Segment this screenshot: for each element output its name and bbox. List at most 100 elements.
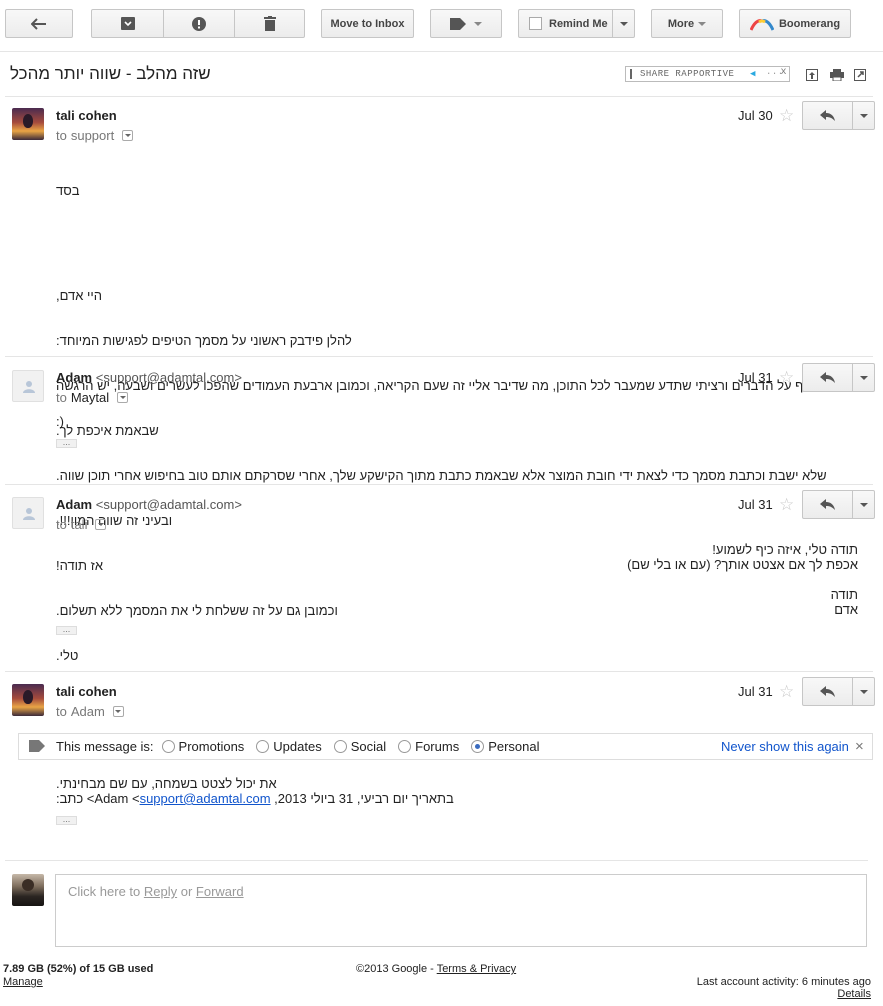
delete-button[interactable] <box>234 10 305 37</box>
chevron-down-icon[interactable] <box>860 503 868 507</box>
show-trimmed-content-button[interactable]: ... <box>56 815 77 825</box>
new-window-icon <box>854 69 866 81</box>
more-button[interactable]: More <box>651 9 723 38</box>
quoted-header: בתאריך יום רביעי, 31 ביולי 2013, Adam <s… <box>56 791 454 806</box>
radio-button[interactable] <box>471 740 485 753</box>
show-trimmed-content-button[interactable]: ... <box>56 438 77 448</box>
close-icon[interactable]: × <box>855 738 864 755</box>
message-date[interactable]: Jul 31 <box>738 370 773 385</box>
details-dropdown[interactable] <box>122 130 134 141</box>
recipient-name: Adam <box>70 704 105 719</box>
category-prompt: This message is: <box>56 739 154 754</box>
share-rapportive-label: SHARE RAPPORTIVE <box>640 69 735 79</box>
storage-usage: 7.89 GB (52%) of 15 GB used <box>3 963 154 975</box>
star-icon[interactable]: ☆ <box>779 683 794 700</box>
reply-button-group <box>802 677 875 706</box>
details-link[interactable]: Details <box>837 988 871 1000</box>
sender-name[interactable]: tali cohen <box>56 684 117 699</box>
chevron-down-icon <box>119 396 126 399</box>
reply-box[interactable]: Click here to Reply or Forward <box>55 874 867 947</box>
remind-me-label: Remind Me <box>549 17 608 30</box>
reply-icon[interactable] <box>820 110 835 121</box>
radio-button[interactable] <box>256 740 270 753</box>
reply-icon[interactable] <box>820 686 835 697</box>
chevron-down-icon <box>124 134 131 137</box>
report-spam-button[interactable] <box>163 10 234 37</box>
category-option-updates[interactable]: Updates <box>256 739 322 754</box>
boomerang-button[interactable]: Boomerang <box>739 9 851 38</box>
remind-checkbox[interactable] <box>529 17 542 30</box>
star-icon[interactable]: ☆ <box>779 496 794 513</box>
new-window-icon-button[interactable] <box>806 69 818 81</box>
recipient-name: tali <box>70 517 88 532</box>
reply-button-group <box>802 490 875 519</box>
star-icon[interactable]: ☆ <box>779 107 794 124</box>
person-silhouette-icon <box>23 508 35 520</box>
details-dropdown[interactable] <box>117 392 129 403</box>
share-rapportive-widget[interactable]: SHARE RAPPORTIVE ◀ ... x <box>625 66 790 82</box>
boomerang-label: Boomerang <box>778 17 841 30</box>
sender-name[interactable]: tali cohen <box>56 108 117 123</box>
open-in-new-window-button[interactable] <box>854 69 866 81</box>
category-option-promotions[interactable]: Promotions <box>161 739 244 754</box>
print-icon <box>830 69 844 82</box>
reply-prompt: Click here to Reply or Forward <box>68 884 244 899</box>
manage-storage-link[interactable]: Manage <box>3 976 43 988</box>
avatar <box>12 497 44 529</box>
star-icon[interactable]: ☆ <box>779 369 794 386</box>
category-option-social[interactable]: Social <box>333 739 386 754</box>
sender-email: <support@adamtal.com> <box>95 497 242 512</box>
person-photo-icon <box>22 879 34 891</box>
reply-button-group <box>802 101 875 130</box>
more-label: More <box>667 17 695 30</box>
to-prefix: to <box>56 390 67 405</box>
remind-me-button[interactable]: Remind Me <box>518 9 635 38</box>
message-date[interactable]: Jul 30 <box>738 108 773 123</box>
recipient-line: to Maytal <box>56 390 129 405</box>
chevron-down-icon[interactable] <box>860 114 868 118</box>
reply-link[interactable]: Reply <box>144 884 177 899</box>
message-body: :) <box>56 414 64 429</box>
category-bar: This message is: Promotions Updates Soci… <box>18 733 873 760</box>
chevron-down-icon <box>474 21 482 26</box>
never-show-again-link[interactable]: Never show this again <box>721 739 849 754</box>
action-button-group <box>91 9 305 38</box>
message-body: תודה טלי, איזה כיף לשמוע! אכפת לך אם אצט… <box>627 542 858 617</box>
reply-icon[interactable] <box>820 372 835 383</box>
forward-link[interactable]: Forward <box>196 884 244 899</box>
message-date[interactable]: Jul 31 <box>738 497 773 512</box>
details-dropdown[interactable] <box>112 706 124 717</box>
chevron-down-icon[interactable] <box>860 690 868 694</box>
reply-icon[interactable] <box>820 499 835 510</box>
show-trimmed-content-button[interactable]: ... <box>56 625 77 635</box>
reply-text: את יכול לצטט בשמחה, עם שם מבחינתי. <box>56 776 277 791</box>
archive-button[interactable] <box>92 10 163 37</box>
labels-button[interactable] <box>430 9 502 38</box>
category-option-personal[interactable]: Personal <box>471 739 540 754</box>
expand-icon <box>806 69 818 81</box>
radio-button[interactable] <box>333 740 347 753</box>
label-tag-icon <box>450 17 466 30</box>
email-link[interactable]: support@adamtal.com <box>140 791 271 806</box>
to-prefix: to <box>56 704 67 719</box>
back-arrow-icon <box>31 17 46 30</box>
message-date[interactable]: Jul 31 <box>738 684 773 699</box>
recipient-line: to tali <box>56 517 107 532</box>
print-button[interactable] <box>830 69 844 82</box>
recipient-line: to Adam <box>56 704 124 719</box>
back-button[interactable] <box>5 9 73 38</box>
category-option-forums[interactable]: Forums <box>398 739 459 754</box>
sender-name[interactable]: Adam <support@adamtal.com> <box>56 370 242 385</box>
radio-button[interactable] <box>398 740 412 753</box>
recipient-name: Maytal <box>70 390 110 405</box>
message-body: את יכול לצטט בשמחה, עם שם מבחינתי. בתארי… <box>56 776 454 806</box>
radio-button[interactable] <box>161 740 175 753</box>
close-icon[interactable]: x <box>780 67 787 78</box>
move-to-inbox-button[interactable]: Move to Inbox <box>321 9 414 38</box>
sender-name[interactable]: Adam <support@adamtal.com> <box>56 497 242 512</box>
recipient-name: support <box>70 128 115 143</box>
details-dropdown[interactable] <box>95 519 107 530</box>
chevron-down-icon[interactable] <box>860 376 868 380</box>
chevron-down-icon[interactable] <box>620 22 628 26</box>
terms-privacy-link[interactable]: Terms & Privacy <box>437 963 516 975</box>
